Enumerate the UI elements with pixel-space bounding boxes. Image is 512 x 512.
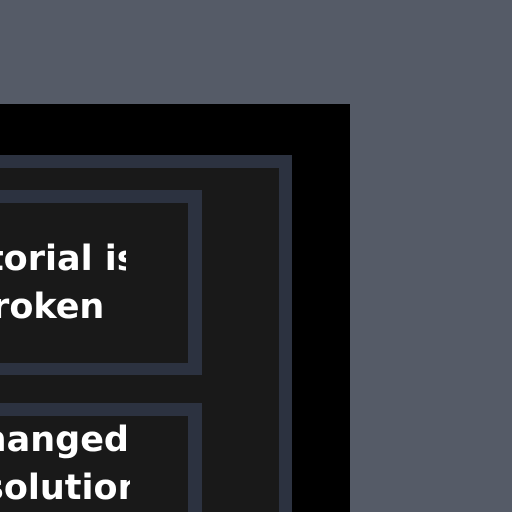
screen: Tutorial is broken Changed resolution	[0, 0, 512, 512]
option-card-tutorial-label: Tutorial is broken	[0, 235, 126, 331]
option-card-resolution-line1: Changed	[0, 420, 129, 460]
option-card-tutorial-line1: Tutorial is	[0, 239, 126, 279]
option-card-resolution-line2: resolution	[0, 468, 130, 508]
option-card-resolution-label: Changed resolution	[0, 416, 130, 512]
option-card-tutorial-line2: broken	[0, 287, 105, 327]
